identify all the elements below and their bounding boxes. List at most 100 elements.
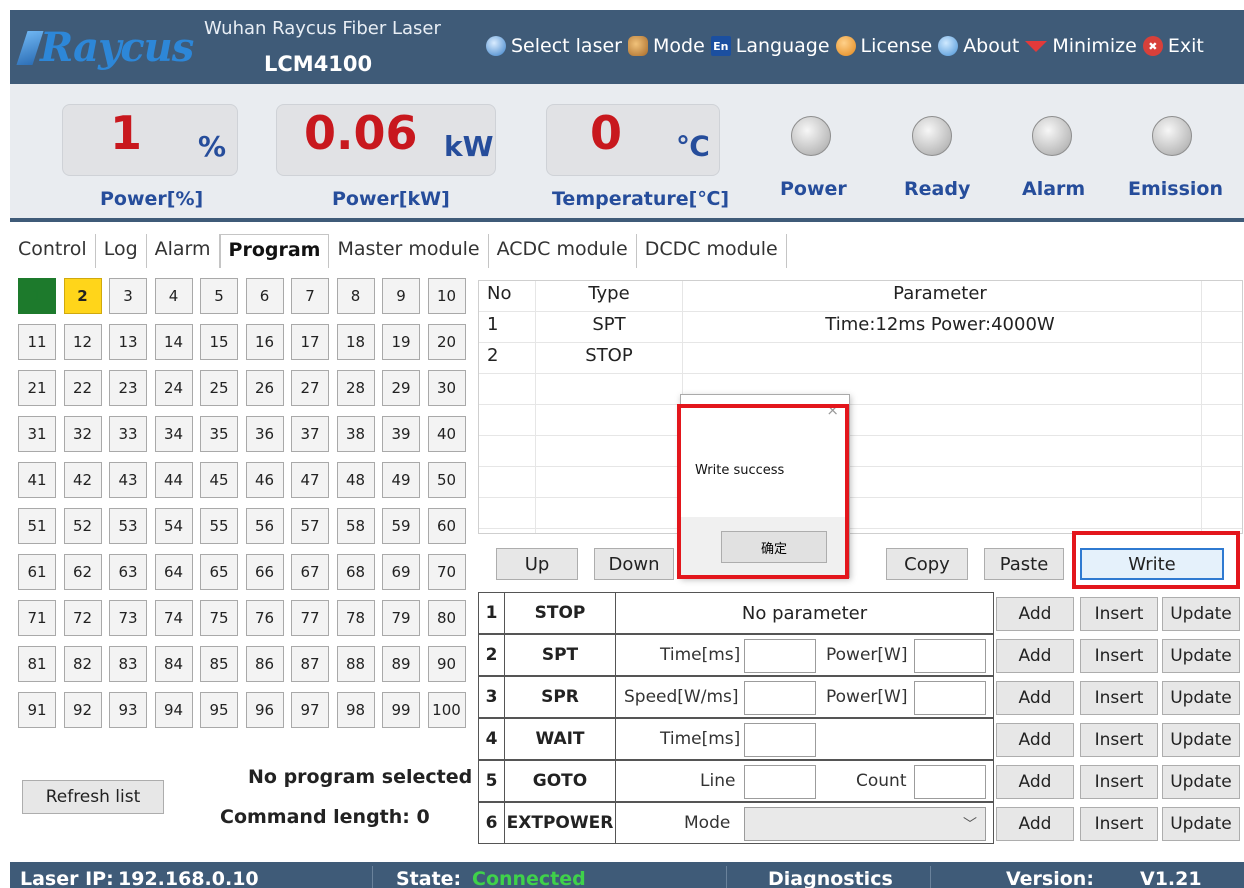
- menu-language[interactable]: En Language: [710, 35, 830, 57]
- table-row[interactable]: 2 STOP: [479, 343, 1242, 374]
- insert-button[interactable]: Insert: [1080, 597, 1158, 631]
- tab-acdc-module[interactable]: ACDC module: [489, 234, 637, 268]
- update-button[interactable]: Update: [1162, 681, 1240, 715]
- program-cell[interactable]: 59: [382, 508, 420, 544]
- tab-log[interactable]: Log: [96, 234, 147, 268]
- program-cell[interactable]: 57: [291, 508, 329, 544]
- program-cell[interactable]: 12: [63, 324, 102, 360]
- program-cell[interactable]: 3: [109, 278, 147, 314]
- tab-control[interactable]: Control: [10, 234, 96, 268]
- program-cell[interactable]: 31: [18, 416, 56, 452]
- program-cell[interactable]: 55: [200, 508, 238, 544]
- program-cell[interactable]: 85: [200, 646, 238, 682]
- program-cell[interactable]: 82: [63, 646, 102, 682]
- program-cell[interactable]: 65: [200, 554, 238, 590]
- program-cell[interactable]: 77: [291, 600, 329, 636]
- program-cell[interactable]: 4: [154, 278, 193, 314]
- program-cell[interactable]: 67: [291, 554, 329, 590]
- program-cell[interactable]: 47: [291, 462, 329, 498]
- menu-mode[interactable]: Mode: [627, 35, 705, 57]
- program-cell[interactable]: 62: [63, 554, 102, 590]
- program-cell[interactable]: 76: [245, 600, 284, 636]
- program-cell[interactable]: 18: [336, 324, 375, 360]
- program-cell[interactable]: 40: [427, 416, 466, 452]
- program-cell[interactable]: 20: [427, 324, 466, 360]
- program-cell[interactable]: 50: [427, 462, 466, 498]
- program-cell[interactable]: 99: [382, 692, 420, 728]
- program-cell[interactable]: 13: [109, 324, 147, 360]
- menu-minimize[interactable]: Minimize: [1025, 35, 1137, 57]
- program-cell[interactable]: 10: [427, 278, 466, 314]
- program-cell[interactable]: 15: [200, 324, 238, 360]
- update-button[interactable]: Update: [1162, 597, 1240, 631]
- program-cell[interactable]: 71: [18, 600, 56, 636]
- program-cell[interactable]: 83: [109, 646, 147, 682]
- program-cell[interactable]: 97: [291, 692, 329, 728]
- mode-select[interactable]: ﹀: [744, 807, 986, 841]
- line-input[interactable]: [744, 765, 816, 799]
- tab-dcdc-module[interactable]: DCDC module: [637, 234, 787, 268]
- program-cell[interactable]: 38: [336, 416, 375, 452]
- program-cell[interactable]: 72: [63, 600, 102, 636]
- program-cell[interactable]: 5: [200, 278, 238, 314]
- program-cell[interactable]: 9: [382, 278, 420, 314]
- up-button[interactable]: Up: [496, 548, 578, 580]
- program-cell[interactable]: 49: [382, 462, 420, 498]
- insert-button[interactable]: Insert: [1080, 807, 1158, 841]
- program-cell[interactable]: 14: [154, 324, 193, 360]
- tab-program[interactable]: Program: [219, 234, 330, 268]
- menu-exit[interactable]: ✖ Exit: [1142, 35, 1204, 57]
- menu-select-laser[interactable]: Select laser: [486, 35, 622, 57]
- diagnostics-link[interactable]: Diagnostics: [768, 868, 893, 888]
- program-cell[interactable]: 11: [18, 324, 56, 360]
- program-cell[interactable]: 89: [382, 646, 420, 682]
- menu-license[interactable]: License: [835, 35, 932, 57]
- update-button[interactable]: Update: [1162, 639, 1240, 673]
- program-cell[interactable]: 68: [336, 554, 375, 590]
- program-cell[interactable]: 44: [154, 462, 193, 498]
- program-cell[interactable]: 46: [245, 462, 284, 498]
- tab-master-module[interactable]: Master module: [329, 234, 489, 268]
- program-cell[interactable]: 70: [427, 554, 466, 590]
- program-cell[interactable]: 22: [63, 370, 102, 406]
- program-cell[interactable]: 19: [382, 324, 420, 360]
- program-cell[interactable]: 8: [336, 278, 375, 314]
- insert-button[interactable]: Insert: [1080, 639, 1158, 673]
- program-cell[interactable]: 1: [18, 278, 56, 314]
- program-cell[interactable]: 95: [200, 692, 238, 728]
- add-button[interactable]: Add: [996, 807, 1074, 841]
- program-cell[interactable]: 41: [18, 462, 56, 498]
- table-row[interactable]: 1 SPT Time:12ms Power:4000W: [479, 312, 1242, 343]
- program-cell[interactable]: 16: [245, 324, 284, 360]
- program-cell[interactable]: 7: [291, 278, 329, 314]
- speed-input[interactable]: [744, 681, 816, 715]
- program-cell[interactable]: 63: [109, 554, 147, 590]
- program-cell[interactable]: 66: [245, 554, 284, 590]
- insert-button[interactable]: Insert: [1080, 681, 1158, 715]
- program-cell[interactable]: 88: [336, 646, 375, 682]
- time-input[interactable]: [744, 639, 816, 673]
- program-cell[interactable]: 73: [109, 600, 147, 636]
- menu-about[interactable]: About: [938, 35, 1019, 57]
- program-cell[interactable]: 100: [427, 692, 466, 728]
- power-input[interactable]: [914, 681, 986, 715]
- power-input[interactable]: [914, 639, 986, 673]
- program-cell[interactable]: 61: [18, 554, 56, 590]
- count-input[interactable]: [914, 765, 986, 799]
- update-button[interactable]: Update: [1162, 807, 1240, 841]
- program-cell[interactable]: 58: [336, 508, 375, 544]
- program-cell[interactable]: 30: [427, 370, 466, 406]
- program-cell[interactable]: 32: [63, 416, 102, 452]
- program-cell[interactable]: 93: [109, 692, 147, 728]
- program-cell[interactable]: 96: [245, 692, 284, 728]
- tab-alarm[interactable]: Alarm: [147, 234, 220, 268]
- add-button[interactable]: Add: [996, 639, 1074, 673]
- program-cell[interactable]: 78: [336, 600, 375, 636]
- program-cell[interactable]: 27: [291, 370, 329, 406]
- program-cell[interactable]: 29: [382, 370, 420, 406]
- time-input[interactable]: [744, 723, 816, 757]
- program-cell[interactable]: 90: [427, 646, 466, 682]
- program-cell[interactable]: 2: [63, 278, 102, 314]
- copy-button[interactable]: Copy: [886, 548, 968, 580]
- program-cell[interactable]: 39: [382, 416, 420, 452]
